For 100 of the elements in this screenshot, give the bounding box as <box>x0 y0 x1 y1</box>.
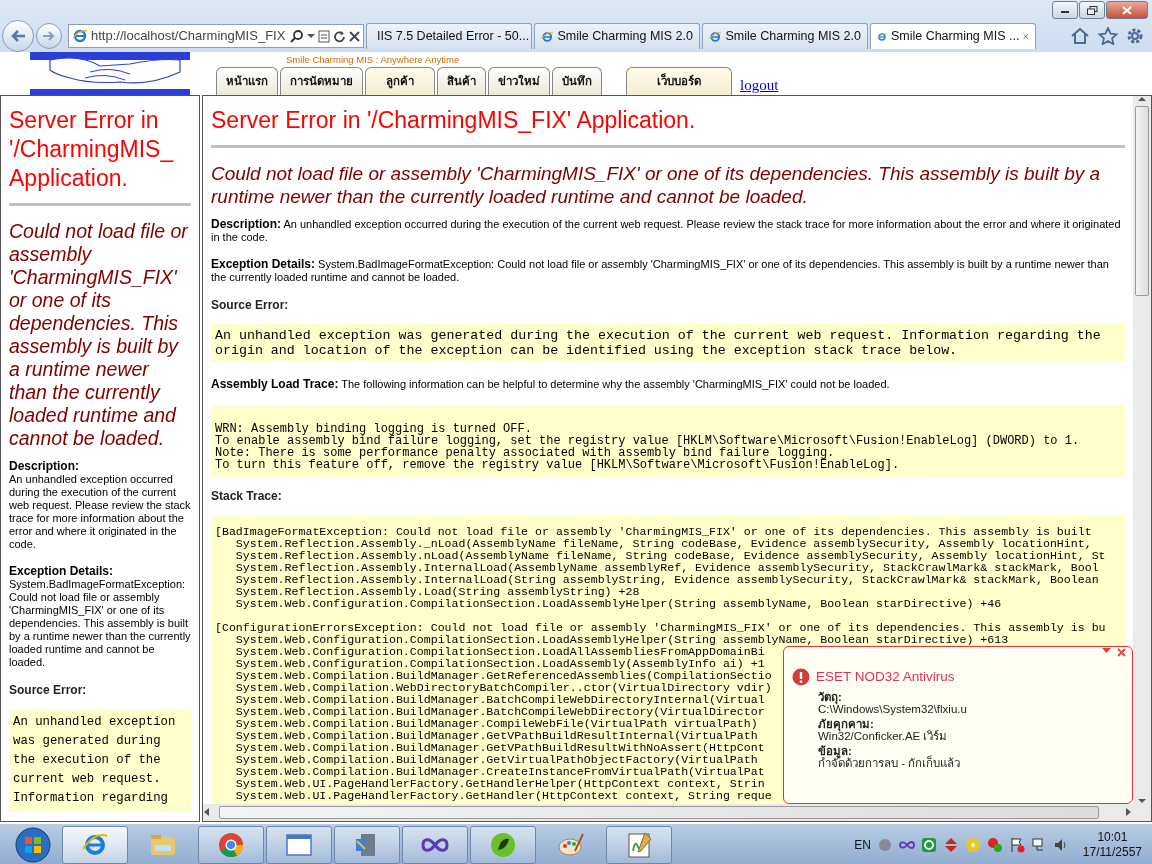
scrollbar-thumb[interactable] <box>219 806 1099 819</box>
stack-trace-line: System.Web.UI.PageHandlerFactory.GetHandlerHelper(HttpContext context, Strin <box>234 777 765 790</box>
menu-tab[interactable]: การนัดหมาย <box>280 67 363 95</box>
stack-trace-line: System.Web.Configuration.CompilationSection.LoadAssemblyHelper(String assemblyName, Boolean starDirective) +46 <box>234 597 1002 610</box>
section-heading: Stack Trace: <box>211 489 283 504</box>
stack-trace-line: System.Web.UI.PageHandlerFactory.GetHandler(HttpContext context, String reque <box>234 789 772 802</box>
stack-trace-line: System.Web.Compilation.BuildManager.GetVPathBuildResultWithNoAssert(HttpCont <box>234 741 765 754</box>
down-arrow-icon[interactable] <box>1137 798 1147 804</box>
menu-tab[interactable]: ข่าวใหม่ <box>488 67 550 95</box>
warning-icon <box>792 668 810 687</box>
refresh-icon[interactable] <box>333 29 346 43</box>
address-text: http://localhost/CharmingMIS_FIX <box>91 27 287 46</box>
notification-title: ESET NOD32 Antivirus <box>816 668 955 686</box>
ie-icon <box>72 28 88 44</box>
settings-icon[interactable] <box>1126 27 1144 45</box>
forward-button[interactable] <box>36 23 62 49</box>
menu-tab[interactable]: สินค้า <box>437 67 486 95</box>
minimize-button[interactable] <box>1052 1 1078 19</box>
tab-title: IIS 7.5 Detailed Error - 50... <box>377 28 530 46</box>
palette-icon <box>557 831 585 859</box>
leaf-icon <box>489 831 517 859</box>
load-trace-block: WRN: Assembly binding logging is turned OFF. To enable assembly bind failure logging, set the registry value [HKLM\Software\Microsoft\Fusion!EnableLog] (DWORD) to 1. Note: There is some performance penalty associated with assembly bind failure logging. To turn this feature off, remove the registry value [HKLM\Software\Microsoft\Fusion!EnableLog]. <box>211 405 1125 478</box>
windows-logo-icon <box>15 827 51 863</box>
menu-tab[interactable]: บันทึก <box>552 67 602 95</box>
stack-trace-line: System.Web.Compilation.BuildManager.BatchCompileWebDirectoryInternal(Virtual <box>234 693 765 706</box>
taskbar-button[interactable] <box>62 826 128 864</box>
flag-icon[interactable] <box>1008 837 1025 853</box>
tray-icon[interactable] <box>920 837 937 853</box>
clock-date: 17/11/2557 <box>1082 845 1142 860</box>
tab-title: Smile Charming MIS ... <box>890 28 1020 46</box>
back-arrow-icon <box>10 29 26 43</box>
menu-tab[interactable]: เว็บบอร์ด <box>626 67 732 95</box>
search-icon[interactable] <box>290 29 304 43</box>
tab-title: Smile Charming MIS 2.0 <box>557 28 693 46</box>
close-button[interactable] <box>1106 1 1148 19</box>
error-message: Could not load file or assembly 'CharmingMIS_FIX' or one of its dependencies. This assembly is built by a runtime newer than the currently loaded runtime and cannot be loaded. <box>211 162 1102 208</box>
section-heading: Source Error: <box>211 298 290 313</box>
window-icon <box>285 831 313 859</box>
field-value: กำจัดด้วยการลบ - กักเก็บแล้ว <box>818 757 962 769</box>
back-button[interactable] <box>2 20 34 52</box>
tray-icon[interactable] <box>986 837 1003 853</box>
browser-tab[interactable]: Smile Charming MIS 2.0 <box>702 23 868 49</box>
close-tab-icon[interactable] <box>1023 32 1029 41</box>
logout-link[interactable]: logout <box>740 78 779 95</box>
right-arrow-icon[interactable] <box>1125 808 1133 817</box>
stack-trace-line: System.Web.Compilation.BuildManager.GetVPathBuildResultInternal(VirtualPath <box>234 729 758 742</box>
stack-trace-line: System.Web.Compilation.WebDirectoryBatchCompiler..ctor(VirtualDirectory vdir) <box>234 681 772 694</box>
notepad-icon <box>625 831 653 859</box>
language-indicator[interactable]: EN <box>854 836 871 854</box>
field-label: ข้อมูล: <box>818 745 852 757</box>
home-icon[interactable] <box>1070 27 1090 45</box>
star-icon[interactable] <box>1098 27 1118 45</box>
speaker-icon[interactable] <box>1052 837 1069 853</box>
stack-trace-line: System.Reflection.Assembly._nLoad(AssemblyName fileName, String codeBase, Evidence assemblySecurity, Assembly locationHint, <box>235 537 1092 550</box>
left-arrow-icon[interactable] <box>203 808 211 817</box>
up-arrow-icon[interactable] <box>1137 96 1147 102</box>
stack-trace-line: System.Reflection.Assembly.InternalLoad(AssemblyName assemblyRef, Evidence assemblySecurity, StackCrawlMark& stackMark, Bool <box>234 561 1099 574</box>
stop-icon[interactable] <box>349 30 360 42</box>
chrome-icon <box>217 831 245 859</box>
stack-trace-line: System.Reflection.Assembly.InternalLoad(String assemblyString, Evidence assemblySecurity, StackCrawlMark& stackMark, Boolean <box>234 573 1099 586</box>
stack-trace-line: System.Web.Configuration.CompilationSection.LoadAllAssembliesFromAppDomainBi <box>234 645 765 658</box>
taskbar-button[interactable] <box>470 826 536 864</box>
error-title: Server Error in '/CharmingMIS_ Application. <box>9 106 175 193</box>
menu-tab[interactable]: ลูกค้า <box>365 67 435 95</box>
source-code-block: An unhandled exception was generated during the execution of the current web request. Information regarding the origin and location of the exception can be identified using the exception stack trace below. <box>211 324 1125 363</box>
horizontal-scrollbar[interactable] <box>203 804 1151 821</box>
error-paragraph: Description: An unhandled exception occurred during the execution of the current web request. Please review the stack trace for more information about the error and where it originated in the code. <box>211 218 1122 244</box>
section-heading: Source Error: <box>9 683 88 698</box>
stack-trace-line: System.Reflection.Assembly.Load(String assemblyString) +28 <box>234 585 640 598</box>
menu-tab[interactable]: หน้าแรก <box>216 67 278 95</box>
address-bar[interactable]: http://localhost/CharmingMIS_FIX <box>68 24 364 48</box>
restore-button[interactable] <box>1079 1 1105 19</box>
caret-icon[interactable] <box>1102 648 1111 654</box>
browser-tab[interactable]: IIS 7.5 Detailed Error - 50... <box>366 23 532 49</box>
stack-trace-line: System.Web.Compilation.BuildManager.BatchCompileWebDirectory(VirtualDirector <box>234 705 765 718</box>
browser-tab[interactable]: Smile Charming MIS 2.0 <box>534 23 700 49</box>
close-icon <box>1122 5 1132 15</box>
error-message: Could not load file or assembly 'CharmingMIS_FIX' or one of its dependencies. This assembly is built by a runtime newer than the currently loaded runtime and cannot be loaded. <box>9 220 190 450</box>
caret-icon[interactable] <box>307 33 315 39</box>
error-title: Server Error in '/CharmingMIS_FIX' Application. <box>211 106 697 135</box>
browser-tab[interactable]: Smile Charming MIS ... <box>870 23 1036 49</box>
error-paragraph: Description: An unhandled exception occurred during the execution of the current web request. Please review the stack trace for more information about the error and where it originated in the code. <box>9 460 191 551</box>
scrollbar-thumb[interactable] <box>1135 106 1149 296</box>
stack-trace-line: System.Web.Configuration.CompilationSection.LoadAssemblyHelper(String assemblyName, Boolean starDirective) +613 <box>235 633 1009 646</box>
field-label: ภัยคุกคาม: <box>818 718 875 730</box>
stack-trace-line: System.Web.Compilation.BuildManager.CreateInstanceFromVirtualPath(VirtualPat <box>234 765 765 778</box>
taskbar-button[interactable] <box>266 826 332 864</box>
stack-trace-line: [BadImageFormatException: Could not load file or assembly 'CharmingMIS_FIX' or one of its dependencies. This assembly is built <box>215 525 1092 538</box>
stack-trace-line: System.Reflection.Assembly.nLoad(AssemblyName fileName, String codeBase, Evidence assemblySecurity, Assembly locationHint, St <box>234 549 1106 562</box>
error-paragraph: Exception Details: System.BadImageFormatException: Could not load file or assembly 'CharmingMIS_FIX' or one of its dependencies. This assembly is built by a runtime newer than the currently loaded runtime and cannot be loaded. <box>211 258 1110 284</box>
vertical-scrollbar[interactable] <box>1133 96 1151 804</box>
stack-trace-line: System.Web.Compilation.BuildManager.GetVirtualPathObjectFactory(VirtualPath <box>234 753 758 766</box>
source-code-block: An unhandled exception was generated during the execution of the current web request. Information regarding <box>9 709 191 813</box>
close-icon[interactable] <box>1117 648 1126 657</box>
taskbar-button[interactable] <box>606 826 672 864</box>
taskbar-button[interactable] <box>402 826 468 864</box>
field-label: วัตถุ: <box>818 691 843 703</box>
error-paragraph: Assembly Load Trace: The following information can be helpful to determine why the assembly 'CharmingMIS_FIX' could not be loaded. <box>211 378 891 392</box>
stack-trace-line: System.Web.Compilation.BuildManager.GetReferencedAssemblies(CompilationSectio <box>234 669 772 682</box>
stack-trace-line: [ConfigurationErrorsException: Could not load file or assembly 'CharmingMIS_FIX' or one of its dependencies. This assembly is bu <box>215 621 1106 634</box>
